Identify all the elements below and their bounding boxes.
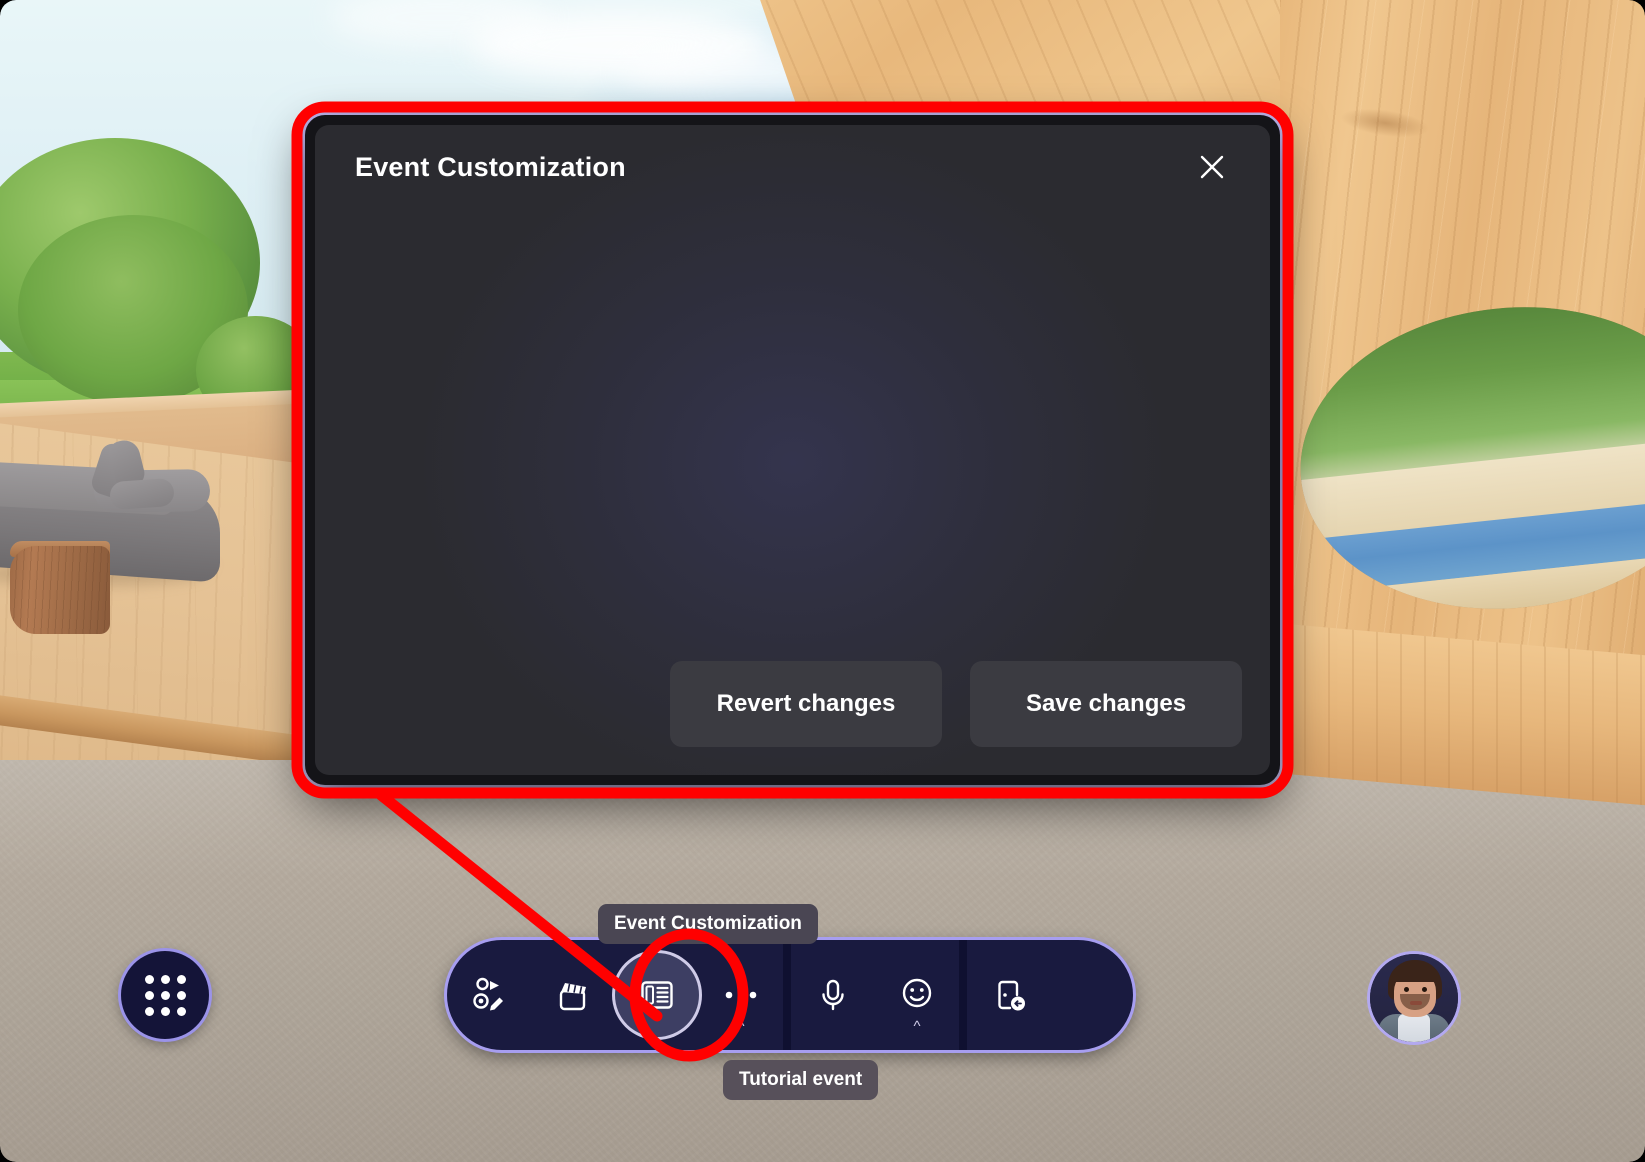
effects-button[interactable]: [531, 940, 615, 1050]
toolbar-left-group: ^: [447, 940, 783, 1050]
leave-door-icon: [998, 980, 1025, 1011]
dialog-header: Event Customization: [315, 125, 1270, 209]
toolbar-divider: [959, 940, 967, 1050]
grid-dots-icon: [144, 974, 186, 1016]
apps-grid-button[interactable]: [121, 951, 209, 1039]
close-icon[interactable]: [1188, 143, 1236, 191]
dialog-actions: Revert changes Save changes: [670, 661, 1242, 747]
save-changes-button[interactable]: Save changes: [970, 661, 1242, 747]
sofa-cushion: [109, 477, 175, 511]
ellipsis-icon: [725, 991, 757, 999]
avatar-eye: [1422, 987, 1427, 992]
event-customization-button[interactable]: [615, 940, 699, 1050]
dialog-body: Event Customization Revert changes Save …: [315, 125, 1270, 775]
tooltip-event-customization: Event Customization: [598, 904, 818, 944]
meeting-toolbar: ^ ^: [447, 940, 1133, 1050]
event-panel-icon: [641, 981, 673, 1009]
microphone-button[interactable]: [791, 940, 875, 1050]
avatar-shirt: [1398, 1014, 1430, 1042]
avatar-fringe: [1390, 966, 1440, 982]
active-tool-highlight: [615, 953, 699, 1037]
screen: Event Customization Revert changes Save …: [0, 0, 1645, 1162]
toolbar-divider: [783, 940, 791, 1050]
dialog-frame: Event Customization Revert changes Save …: [305, 115, 1280, 785]
wood-grain: [10, 546, 110, 634]
avatar-eye: [1404, 987, 1409, 992]
event-customization-dialog: Event Customization Revert changes Save …: [299, 109, 1286, 791]
chevron-up-icon: ^: [737, 1018, 745, 1035]
user-avatar[interactable]: [1370, 954, 1458, 1042]
avatar-pencil-icon: [473, 977, 503, 1011]
chevron-up-icon: ^: [913, 1018, 921, 1035]
avatar-customize-button[interactable]: [447, 940, 531, 1050]
dialog-title: Event Customization: [355, 151, 626, 182]
more-options-button[interactable]: ^: [699, 940, 783, 1050]
clapperboard-icon: [559, 983, 586, 1011]
leave-button[interactable]: [967, 940, 1051, 1050]
smiley-icon: [902, 978, 932, 1008]
toolbar-right-group: ^: [791, 940, 1051, 1050]
tooltip-tutorial-event: Tutorial event: [723, 1060, 879, 1100]
side-table: [10, 546, 110, 634]
microphone-icon: [822, 979, 844, 1011]
reactions-button[interactable]: ^: [875, 940, 959, 1050]
oval-window: [1285, 286, 1645, 630]
avatar-mouth: [1410, 1001, 1422, 1005]
revert-changes-button[interactable]: Revert changes: [670, 661, 942, 747]
